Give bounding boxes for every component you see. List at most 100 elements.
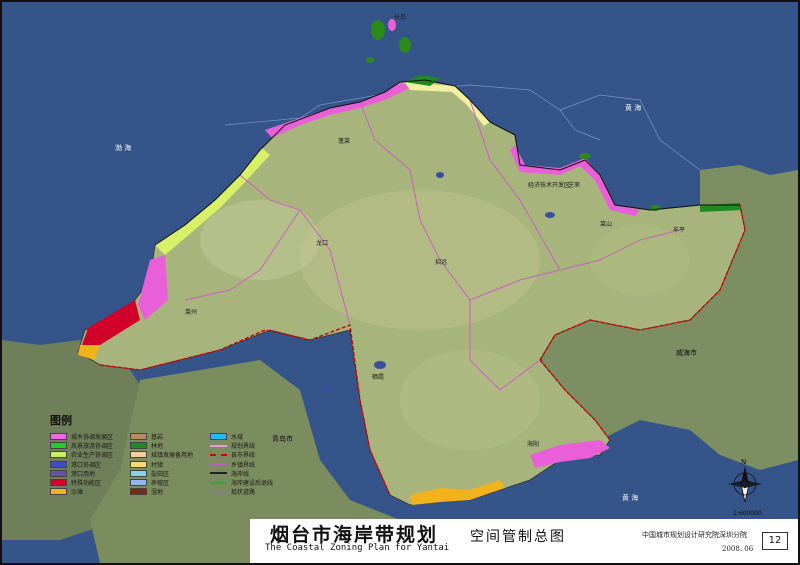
label-haiyang: 海阳 <box>527 441 540 448</box>
legend-item: 县市界线 <box>210 450 273 459</box>
legend-swatch <box>210 472 227 475</box>
legend-swatch <box>210 453 227 456</box>
legend-item: 沙滩 <box>50 487 113 496</box>
legend-swatch <box>210 444 227 447</box>
reservoir <box>436 172 444 178</box>
legend-item: 林地 <box>130 441 193 450</box>
label-changdao: 长岛 <box>394 14 407 21</box>
legend-item: 现状道路 <box>210 487 273 496</box>
legend-swatch <box>130 479 147 487</box>
sea-label-huanghai-north: 黄 海 <box>625 104 642 112</box>
sea-label-bohai: 渤 海 <box>115 144 132 152</box>
legend-swatch <box>50 460 67 468</box>
label-qixia: 栖霞 <box>372 374 385 381</box>
legend-swatch <box>210 433 227 441</box>
hill-shade <box>590 225 690 295</box>
legend-swatch <box>50 442 67 450</box>
scale-label: 1:600000 <box>733 510 762 517</box>
map-legend: 图例 城乡协调发展区 风景旅游协调区 农业生产协调区 港口协调区 港口用地 特殊… <box>44 412 294 512</box>
legend-item: 城镇发展备用地 <box>130 450 193 459</box>
legend-label: 海岸线 <box>231 470 250 478</box>
legend-swatch <box>50 488 67 496</box>
legend-label: 乡镇界线 <box>231 461 256 469</box>
legend-swatch <box>50 433 67 441</box>
north-arrow-icon <box>728 466 762 503</box>
label-yantai-dev: 经济技术开发区 <box>528 182 571 189</box>
legend-column-3: 水域 规划界线 县市界线 乡镇界线 海岸线 海岸建设后退线 现状道路 <box>210 432 273 496</box>
legend-label: 农业生产协调区 <box>71 452 114 460</box>
legend-swatch <box>130 451 147 459</box>
legend-label: 海岸建设后退线 <box>231 480 274 488</box>
island <box>579 153 591 159</box>
legend-label: 养殖区 <box>151 480 170 488</box>
reservoir <box>374 361 386 369</box>
organization-label: 中国城市规划设计研究院深圳分院 <box>642 531 747 539</box>
legend-title: 图例 <box>50 414 72 427</box>
legend-item: 海岸线 <box>210 469 273 478</box>
legend-swatch <box>130 433 147 441</box>
legend-label: 村镇 <box>151 461 164 469</box>
legend-item: 盐田区 <box>130 469 193 478</box>
legend-label: 林地 <box>151 443 164 451</box>
legend-label: 盐田区 <box>151 470 170 478</box>
legend-item: 湿地 <box>130 487 193 496</box>
label-weihai: 威海市 <box>676 349 697 357</box>
legend-column-2: 基岩 林地 城镇发展备用地 村镇 盐田区 养殖区 湿地 <box>130 432 193 496</box>
island <box>366 57 374 63</box>
map-subtitle: 空间管制总图 <box>470 529 566 545</box>
legend-label: 水域 <box>231 434 244 442</box>
legend-column-1: 城乡协调发展区 风景旅游协调区 农业生产协调区 港口协调区 港口用地 特殊功能区… <box>50 432 113 496</box>
label-laishan: 莱山 <box>600 221 613 228</box>
reservoir <box>545 212 555 218</box>
legend-item: 基岩 <box>130 432 193 441</box>
legend-swatch <box>50 479 67 487</box>
label-laizhou: 莱州 <box>185 309 198 316</box>
legend-swatch <box>210 481 227 484</box>
page-number: 12 <box>762 532 788 550</box>
legend-label: 县市界线 <box>231 452 256 460</box>
legend-item: 农业生产协调区 <box>50 450 113 459</box>
legend-item: 风景旅游协调区 <box>50 441 113 450</box>
legend-label: 港口协调区 <box>71 461 102 469</box>
legend-swatch <box>210 490 227 493</box>
legend-item: 城乡协调发展区 <box>50 432 113 441</box>
label-longkou: 龙口 <box>316 240 329 247</box>
legend-item: 海岸建设后退线 <box>210 478 273 487</box>
legend-item: 村镇 <box>130 460 193 469</box>
legend-item: 水域 <box>210 432 273 441</box>
legend-label: 沙滩 <box>71 489 84 497</box>
reservoir <box>320 387 330 393</box>
legend-label: 城乡协调发展区 <box>71 434 114 442</box>
legend-label: 湿地 <box>151 489 164 497</box>
legend-item: 规划界线 <box>210 441 273 450</box>
island <box>399 37 411 53</box>
date-label: 2008. 06 <box>722 545 754 553</box>
sea-label-huanghai-south: 黄 海 <box>622 494 639 502</box>
legend-label: 港口用地 <box>71 470 96 478</box>
legend-label: 城镇发展备用地 <box>151 452 194 460</box>
label-zhifu: 芝罘 <box>568 182 581 189</box>
legend-label: 规划界线 <box>231 443 256 451</box>
legend-item: 养殖区 <box>130 478 193 487</box>
legend-swatch <box>130 460 147 468</box>
legend-swatch <box>130 488 147 496</box>
legend-swatch <box>130 442 147 450</box>
hill-shade <box>300 190 540 330</box>
island <box>371 20 385 40</box>
label-penglai: 蓬莱 <box>338 138 351 145</box>
legend-label: 基岩 <box>151 434 164 442</box>
legend-swatch <box>210 463 227 466</box>
legend-item: 乡镇界线 <box>210 460 273 469</box>
legend-label: 现状道路 <box>231 489 256 497</box>
legend-swatch <box>130 469 147 477</box>
legend-swatch <box>50 469 67 477</box>
label-zhaoyuan: 招远 <box>435 259 448 266</box>
hill-shade <box>400 350 540 450</box>
legend-label: 特殊功能区 <box>71 480 102 488</box>
map-title-english: The Coastal Zoning Plan for Yantai <box>265 543 450 553</box>
legend-item: 特殊功能区 <box>50 478 113 487</box>
legend-swatch <box>50 451 67 459</box>
legend-item: 港口协调区 <box>50 460 113 469</box>
label-muping: 牟平 <box>673 227 686 234</box>
legend-item: 港口用地 <box>50 469 113 478</box>
